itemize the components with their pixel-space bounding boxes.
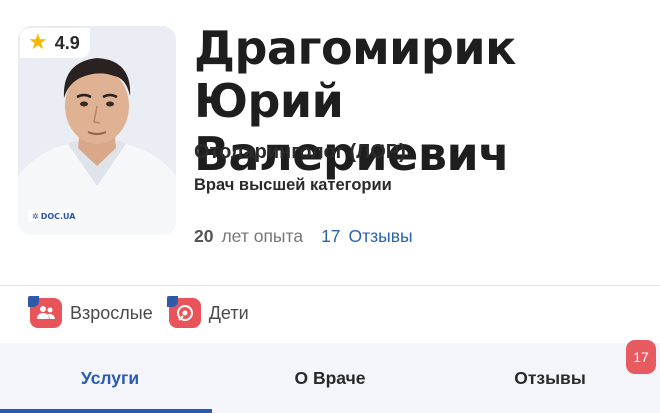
tab-about-doctor[interactable]: О Враче [220, 343, 440, 413]
rating-value: 4.9 [54, 32, 80, 53]
rating-badge: ★ 4.9 [20, 28, 90, 58]
doc-ua-watermark: ✲ DOC.UA [28, 209, 80, 223]
watermark-text: DOC.UA [40, 211, 76, 221]
reviews-count: 17 [321, 226, 341, 246]
tab-about-label: О Враче [294, 367, 366, 388]
reviews-label: Отзывы [348, 226, 413, 246]
reviews-count-badge: 17 [626, 340, 656, 374]
audience-children: Дети [166, 296, 249, 328]
experience-years: 20 [194, 226, 214, 246]
tab-reviews-label: Отзывы [514, 367, 586, 388]
audience-list: Взрослые Дети [28, 296, 249, 328]
specialty: Отоларинголог (ЛОР) [194, 141, 406, 163]
tab-services[interactable]: Услуги [0, 343, 220, 413]
children-icon [166, 296, 201, 328]
experience-label: лет опыта [221, 226, 304, 246]
adults-icon [28, 296, 62, 328]
doctor-stats: 20 лет опыта 17 Отзывы [194, 226, 413, 247]
audience-adults: Взрослые [28, 296, 153, 328]
reviews-link[interactable]: 17 Отзывы [321, 226, 413, 247]
active-tab-indicator [0, 409, 212, 413]
audience-children-label: Дети [208, 302, 249, 323]
divider [0, 285, 660, 286]
audience-adults-label: Взрослые [70, 302, 153, 323]
profile-tabs: Услуги О Враче Отзывы [0, 343, 660, 413]
doctor-category: Врач высшей категории [194, 176, 392, 194]
star-icon: ★ [28, 30, 48, 55]
logo-icon: ✲ [32, 211, 39, 221]
tab-services-label: Услуги [80, 367, 140, 388]
